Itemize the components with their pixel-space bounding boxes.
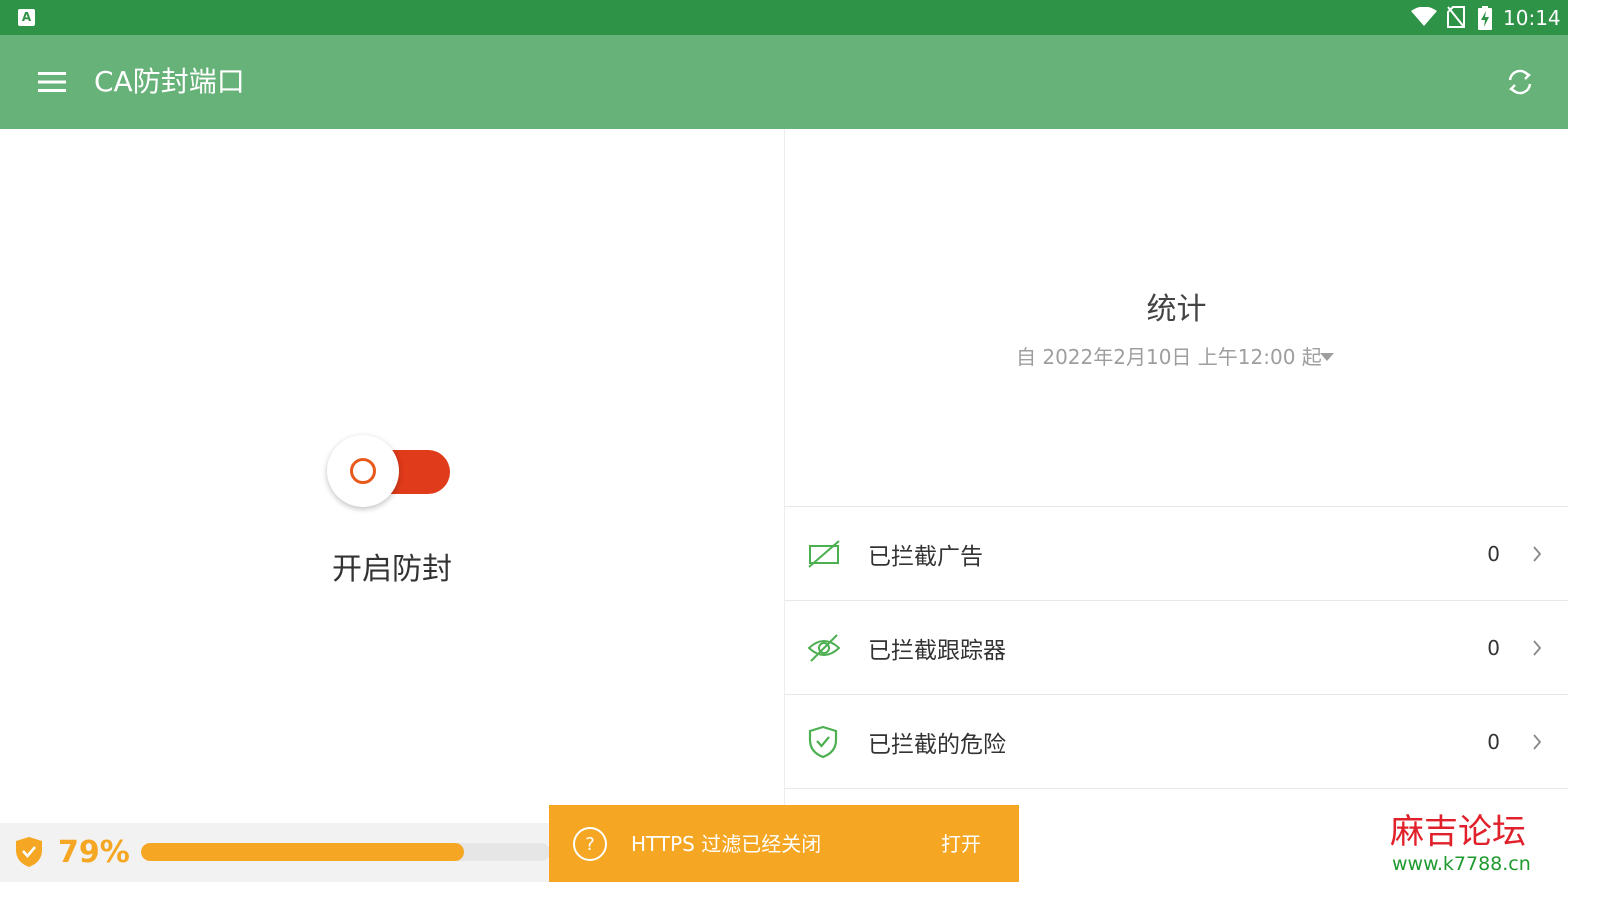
- row-count: 0: [1487, 730, 1500, 754]
- page-title: CA防封端口: [94, 65, 245, 98]
- help-icon: ?: [573, 827, 607, 861]
- watermark: 麻吉论坛 www.k7788.cn: [1380, 812, 1540, 878]
- stat-row-trackers[interactable]: 已拦截跟踪器 0: [785, 600, 1568, 695]
- row-label: 已拦截跟踪器: [868, 638, 1006, 664]
- refresh-button[interactable]: [1496, 58, 1544, 106]
- toggle-thumb: [327, 435, 399, 507]
- row-label: 已拦截的危险: [868, 732, 1006, 758]
- row-count: 0: [1487, 542, 1500, 566]
- status-bar: A 10:14: [0, 0, 1568, 35]
- statistics-panel: 统计 自 2022年2月10日 上午12:00 起 已拦截广告 0 已拦截跟踪器…: [785, 129, 1568, 882]
- wifi-icon: [1411, 7, 1437, 26]
- chevron-right-icon: [1533, 640, 1542, 656]
- svg-text:?: ?: [585, 834, 595, 855]
- stats-period-label: 自 2022年2月10日 上午12:00 起: [1016, 345, 1322, 369]
- menu-button[interactable]: [26, 58, 78, 106]
- protection-percent: 79%: [58, 835, 130, 870]
- power-off-icon: [350, 458, 376, 484]
- stats-period-dropdown[interactable]: 自 2022年2月10日 上午12:00 起: [1005, 341, 1345, 373]
- row-label: 已拦截广告: [868, 544, 983, 570]
- stats-title: 统计: [1146, 292, 1207, 327]
- enable-https-button[interactable]: 打开: [941, 830, 981, 858]
- row-count: 0: [1487, 636, 1500, 660]
- protection-progress-fill: [141, 843, 465, 861]
- stat-row-threats[interactable]: 已拦截的危险 0: [785, 694, 1568, 789]
- protection-toggle[interactable]: [325, 434, 453, 510]
- snackbar-message: HTTPS 过滤已经关闭: [631, 832, 822, 856]
- blocked-trackers-icon: [807, 634, 841, 662]
- watermark-url: www.k7788.cn: [1392, 853, 1531, 875]
- blocked-ads-icon: [808, 540, 840, 568]
- battery-charging-icon: [1478, 6, 1492, 30]
- https-filter-snackbar: ? HTTPS 过滤已经关闭 打开: [549, 805, 1019, 882]
- hamburger-icon: [38, 72, 66, 92]
- dropdown-arrow-icon: [1320, 353, 1334, 361]
- row-divider: [785, 788, 1568, 789]
- stat-row-ads[interactable]: 已拦截广告 0: [785, 506, 1568, 601]
- refresh-icon: [1508, 69, 1532, 95]
- chevron-right-icon: [1533, 546, 1542, 562]
- shield-check-icon: [808, 725, 838, 759]
- status-time: 10:14: [1503, 6, 1561, 30]
- chevron-right-icon: [1533, 734, 1542, 750]
- app-bar: CA防封端口: [0, 35, 1568, 129]
- protection-panel: 开启防封: [0, 129, 784, 882]
- app-notification-icon: A: [18, 9, 35, 26]
- protection-progress-track: [141, 843, 550, 861]
- no-sim-icon: [1447, 6, 1465, 28]
- watermark-title: 麻吉论坛: [1390, 812, 1526, 852]
- protection-label: 开启防封: [332, 552, 452, 587]
- shield-check-icon: [16, 837, 42, 867]
- protection-status-bar[interactable]: 79%: [0, 823, 560, 882]
